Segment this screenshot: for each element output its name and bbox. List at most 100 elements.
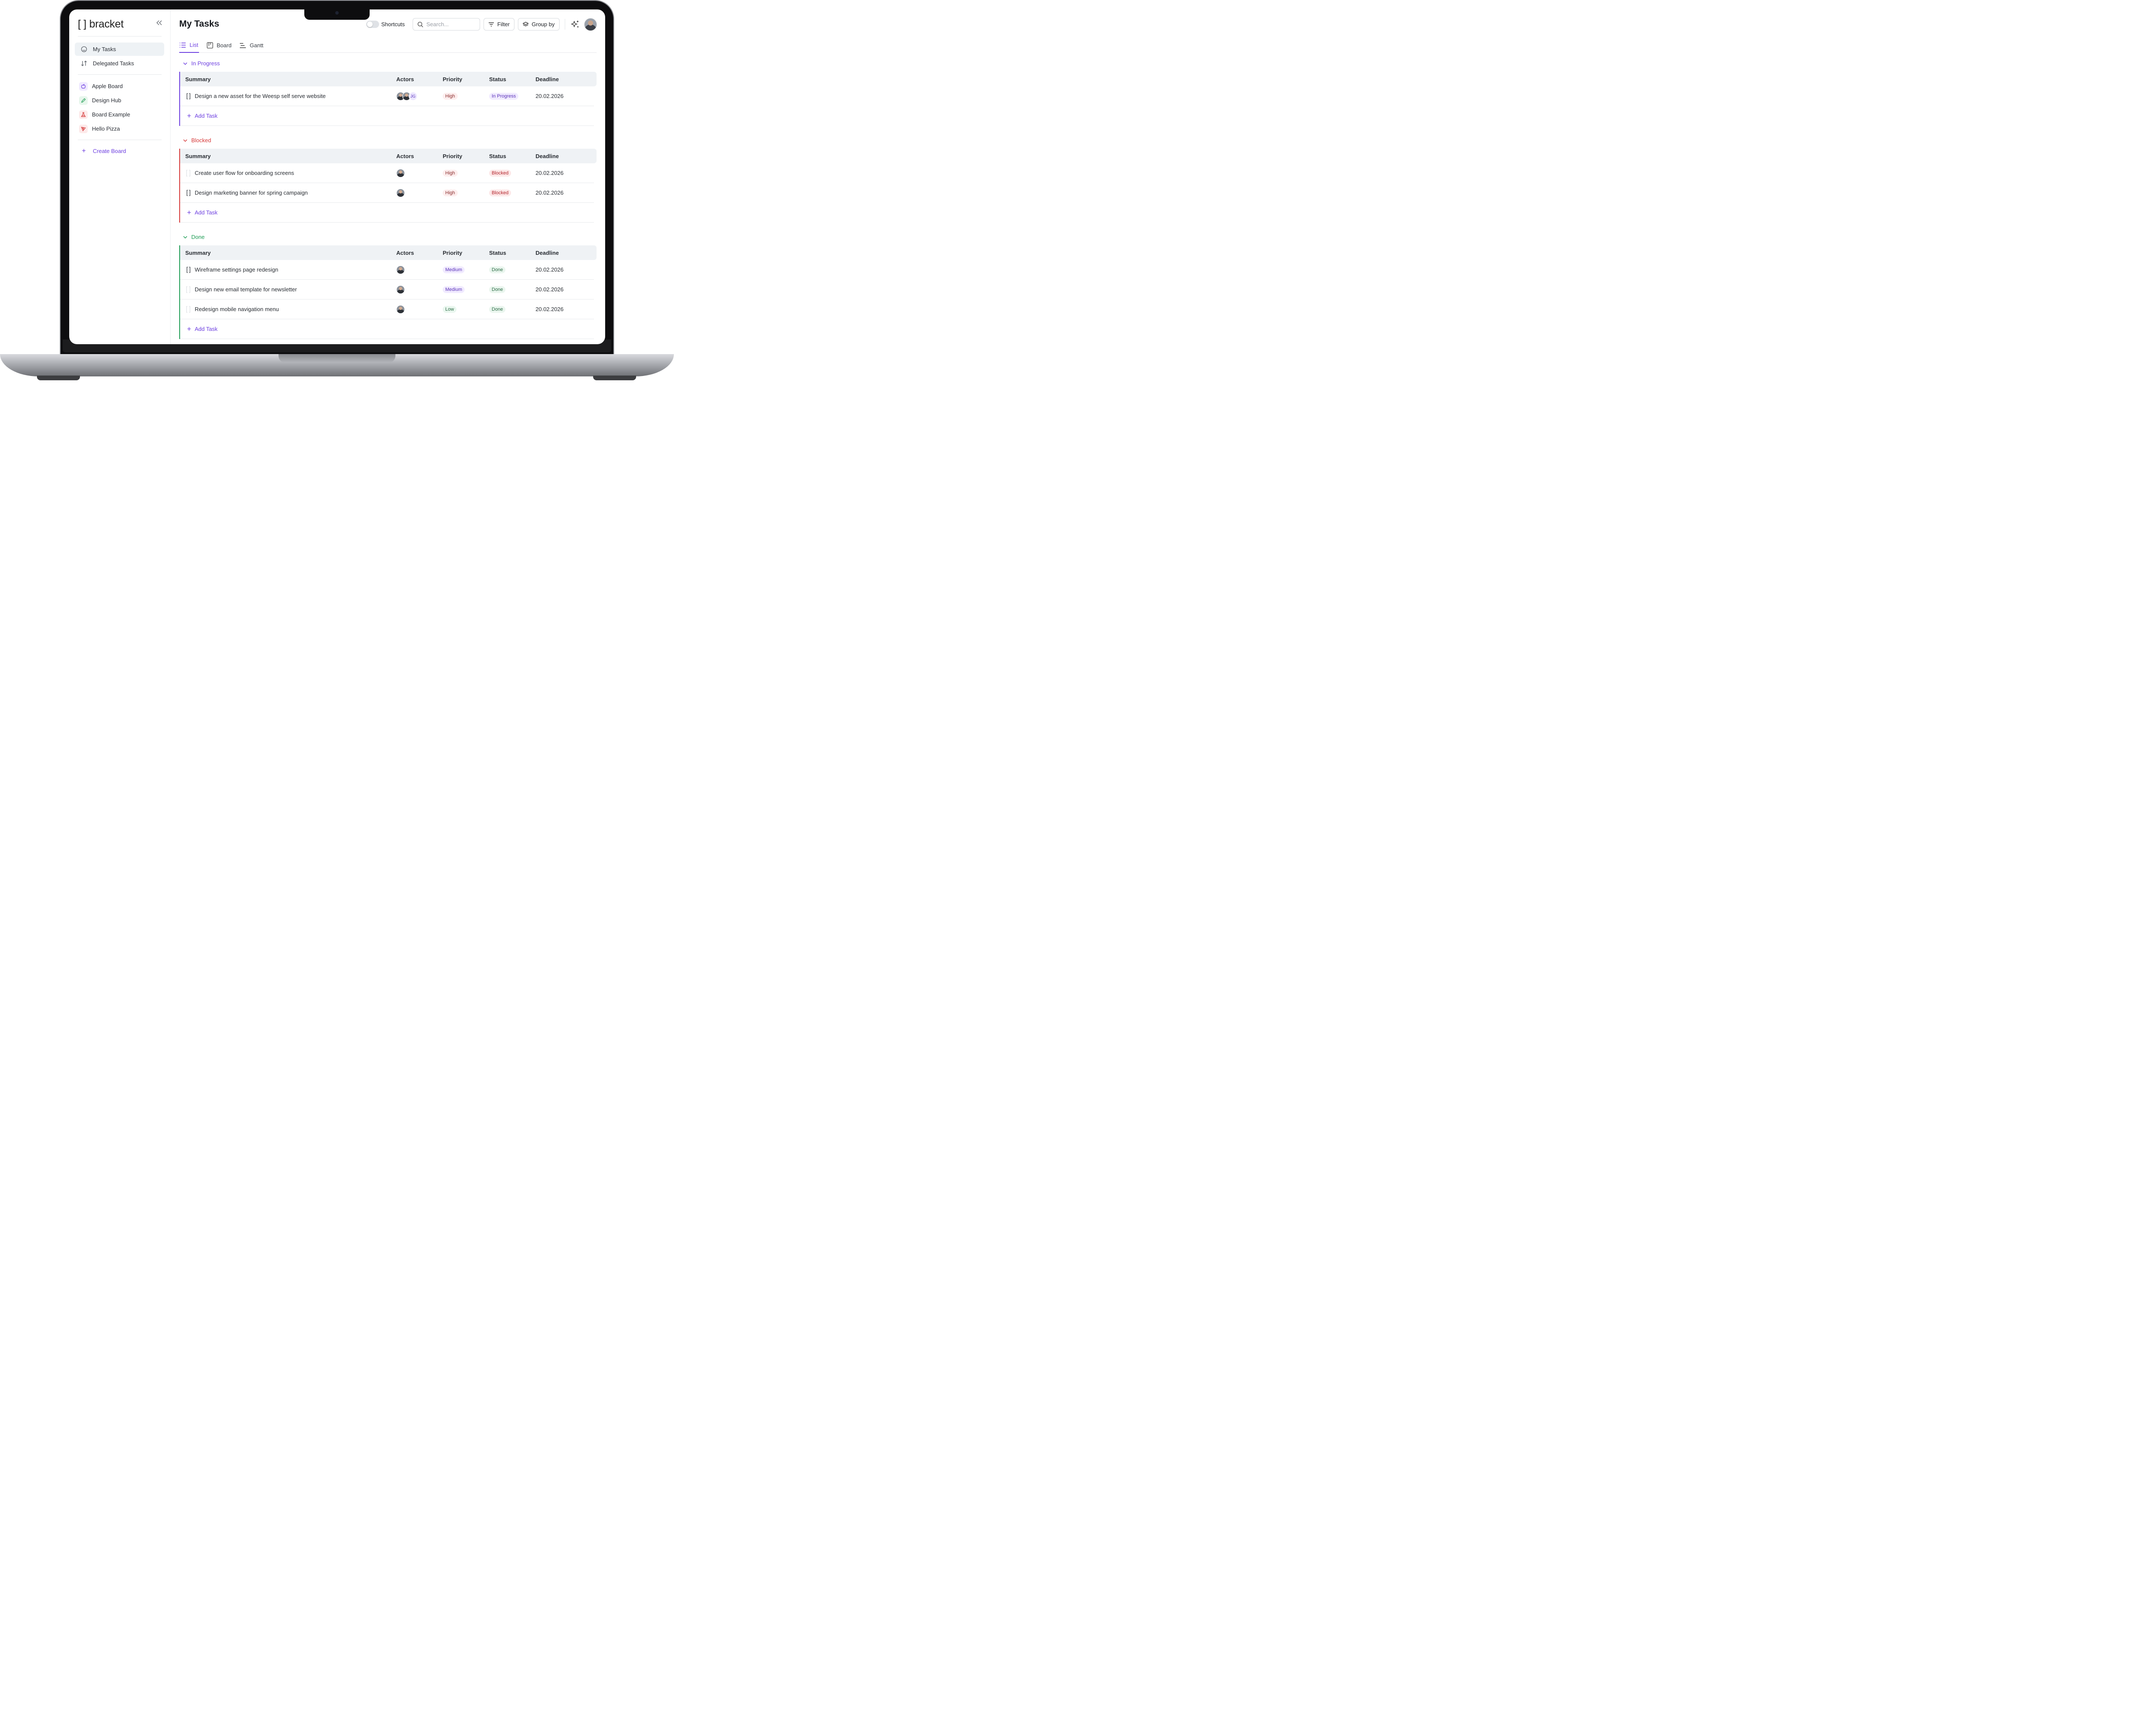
sidebar-item-label: Delegated Tasks — [93, 60, 134, 67]
search-input[interactable] — [426, 21, 474, 28]
column-header-deadline[interactable]: Deadline — [536, 76, 587, 83]
table-row[interactable]: [ ] Design a new asset for the Weesp self… — [180, 86, 594, 106]
app-logo[interactable]: [ ] bracket — [78, 18, 124, 31]
shortcuts-toggle[interactable] — [366, 21, 379, 28]
task-summary[interactable]: Redesign mobile navigation menu — [195, 306, 279, 312]
sidebar-board-board-example[interactable]: Board Example — [75, 108, 164, 121]
group-header-done[interactable]: Done — [183, 234, 205, 240]
sidebar-board-label: Design Hub — [92, 97, 121, 104]
table-header: Summary Actors Priority Status Deadline — [180, 149, 597, 163]
task-checkbox[interactable]: [ ] — [185, 266, 191, 273]
tab-gantt[interactable]: Gantt — [239, 38, 263, 53]
sidebar-board-apple-board[interactable]: Apple Board — [75, 79, 164, 93]
column-header-status[interactable]: Status — [489, 250, 536, 256]
collapse-sidebar-icon[interactable] — [155, 19, 164, 28]
priority-badge[interactable]: Medium — [443, 286, 465, 293]
sidebar-board-hello-pizza[interactable]: Hello Pizza — [75, 122, 164, 135]
status-badge[interactable]: Blocked — [489, 170, 511, 177]
task-summary[interactable]: Create user flow for onboarding screens — [195, 170, 294, 176]
avatar-stack[interactable] — [396, 188, 443, 197]
ai-sparkle-icon[interactable] — [570, 20, 580, 29]
priority-badge[interactable]: Low — [443, 306, 457, 313]
table-row[interactable]: [ ] Wireframe settings page redesign Mediu… — [180, 260, 594, 280]
column-header-priority[interactable]: Priority — [443, 153, 489, 159]
chevron-down-icon — [183, 62, 187, 65]
avatar-stack[interactable] — [396, 285, 443, 294]
task-checkbox[interactable]: [ ] — [185, 92, 191, 100]
status-badge[interactable]: Done — [489, 266, 506, 273]
create-board-button[interactable]: + Create Board — [75, 144, 164, 158]
add-task-button[interactable]: + Add Task — [180, 106, 594, 126]
task-checkbox[interactable] — [185, 286, 191, 293]
sidebar-item-delegated-tasks[interactable]: Delegated Tasks — [75, 57, 164, 70]
deadline-cell[interactable]: 20.02.2026 — [536, 286, 587, 293]
column-header-deadline[interactable]: Deadline — [536, 153, 587, 159]
column-header-actors[interactable]: Actors — [396, 76, 443, 83]
column-header-summary[interactable]: Summary — [180, 250, 396, 256]
search-box[interactable] — [413, 18, 480, 31]
add-task-button[interactable]: + Add Task — [180, 203, 594, 223]
deadline-cell[interactable]: 20.02.2026 — [536, 266, 587, 273]
group-title: Done — [191, 234, 205, 240]
status-badge[interactable]: Done — [489, 286, 506, 293]
task-checkbox[interactable] — [185, 170, 191, 177]
priority-cell: Low — [443, 306, 489, 313]
table-row[interactable]: Create user flow for onboarding screens H… — [180, 163, 594, 183]
sidebar: [ ] bracket My Tasks Delegated Tasks Appl… — [69, 9, 171, 344]
column-header-deadline[interactable]: Deadline — [536, 250, 587, 256]
priority-badge[interactable]: High — [443, 189, 458, 196]
status-badge[interactable]: Done — [489, 306, 506, 313]
deadline-cell[interactable]: 20.02.2026 — [536, 93, 587, 99]
main-content: My Tasks Shortcuts Filter Group by — [179, 9, 597, 344]
sidebar-item-my-tasks[interactable]: My Tasks — [75, 43, 164, 56]
add-task-button[interactable]: + Add Task — [180, 319, 594, 339]
task-summary[interactable]: Design a new asset for the Weesp self se… — [195, 93, 326, 99]
priority-badge[interactable]: High — [443, 170, 458, 177]
tab-board[interactable]: Board — [207, 38, 232, 53]
sidebar-board-design-hub[interactable]: Design Hub — [75, 94, 164, 107]
priority-badge[interactable]: High — [443, 93, 458, 100]
table-row[interactable]: Redesign mobile navigation menu Low Done 20… — [180, 300, 594, 319]
status-badge[interactable]: In Progress — [489, 93, 519, 100]
avatar-stack[interactable]: JG — [396, 92, 443, 101]
user-avatar[interactable] — [584, 18, 597, 31]
deadline-cell[interactable]: 20.02.2026 — [536, 189, 587, 196]
task-checkbox[interactable]: [ ] — [185, 189, 191, 196]
group-header-in-progress[interactable]: In Progress — [183, 60, 220, 67]
column-header-summary[interactable]: Summary — [180, 153, 396, 159]
filter-icon — [489, 22, 494, 27]
deadline-cell[interactable]: 20.02.2026 — [536, 170, 587, 176]
column-header-priority[interactable]: Priority — [443, 250, 489, 256]
task-summary[interactable]: Design new email template for newsletter — [195, 286, 297, 293]
status-cell: Done — [489, 306, 536, 313]
priority-cell: Medium — [443, 266, 489, 273]
column-header-status[interactable]: Status — [489, 76, 536, 83]
table-row[interactable]: [ ] Design marketing banner for spring ca… — [180, 183, 594, 203]
column-header-summary[interactable]: Summary — [180, 76, 396, 83]
column-header-status[interactable]: Status — [489, 153, 536, 159]
status-cell: In Progress — [489, 92, 536, 100]
chevron-down-icon — [183, 235, 187, 238]
table-row[interactable]: Design new email template for newsletter… — [180, 280, 594, 300]
table-header: Summary Actors Priority Status Deadline — [180, 245, 597, 260]
avatar-stack[interactable] — [396, 265, 443, 274]
filter-button[interactable]: Filter — [484, 18, 514, 31]
column-header-actors[interactable]: Actors — [396, 153, 443, 159]
column-header-priority[interactable]: Priority — [443, 76, 489, 83]
list-icon — [180, 42, 186, 48]
group-header-blocked[interactable]: Blocked — [183, 137, 211, 144]
task-checkbox[interactable] — [185, 306, 191, 313]
column-header-actors[interactable]: Actors — [396, 250, 443, 256]
plus-icon: + — [82, 147, 86, 155]
priority-badge[interactable]: Medium — [443, 266, 465, 273]
task-summary[interactable]: Wireframe settings page redesign — [195, 266, 278, 273]
deadline-cell[interactable]: 20.02.2026 — [536, 306, 587, 312]
tab-list[interactable]: List — [179, 38, 199, 53]
group-by-button[interactable]: Group by — [518, 18, 560, 31]
avatar-stack[interactable] — [396, 305, 443, 314]
add-task-label: Add Task — [194, 113, 218, 119]
avatar-stack[interactable] — [396, 168, 443, 177]
status-badge[interactable]: Blocked — [489, 189, 511, 196]
task-summary[interactable]: Design marketing banner for spring campa… — [195, 189, 308, 196]
plus-icon: + — [187, 111, 191, 120]
